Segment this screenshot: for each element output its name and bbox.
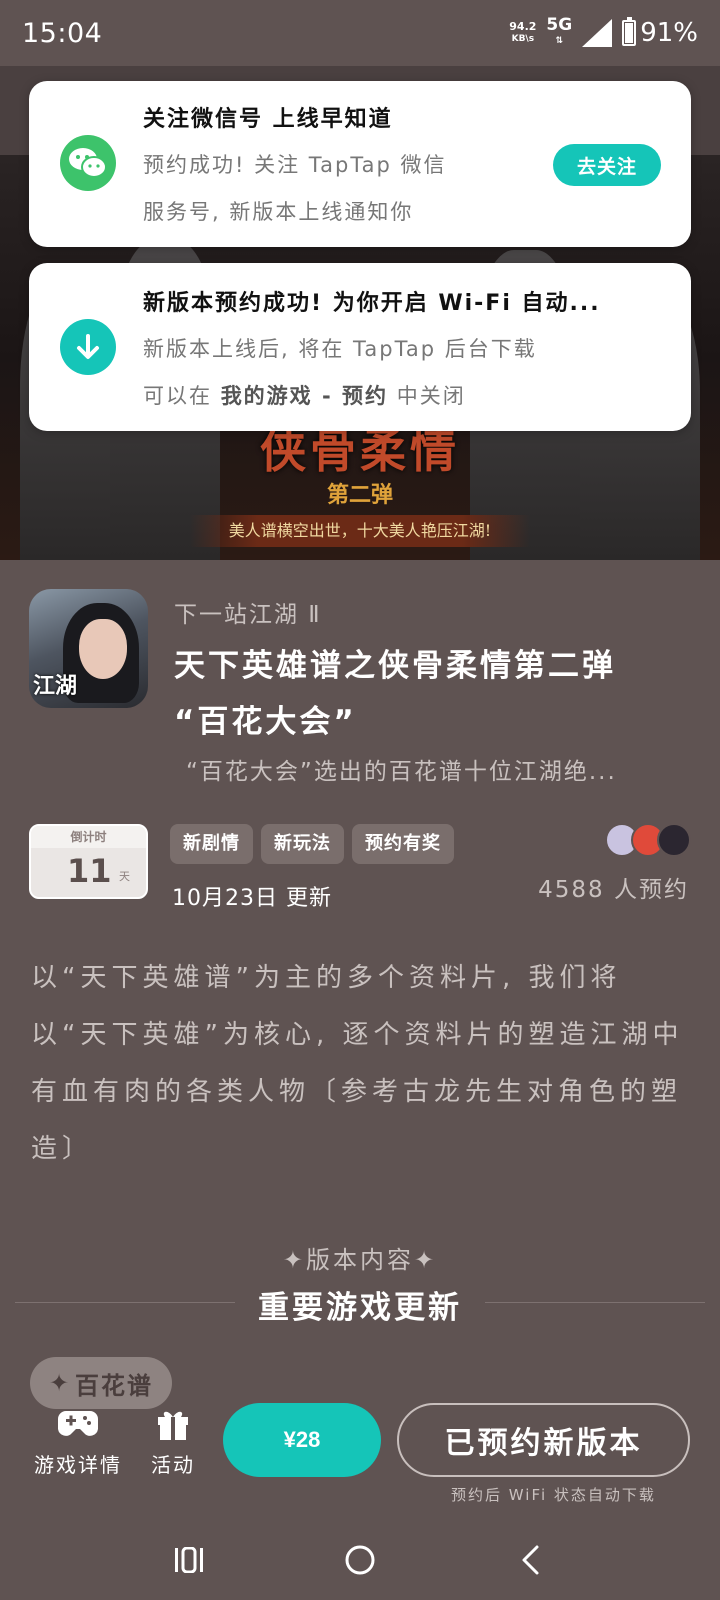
recent-apps-icon[interactable] — [164, 1538, 214, 1582]
wechat-icon — [60, 135, 116, 191]
section-heading-row: 重要游戏更新 — [15, 1282, 705, 1326]
update-description: “百花大会”选出的百花谱十位江湖绝... — [186, 759, 617, 785]
status-time: 15:04 — [22, 17, 103, 49]
update-tags: 新剧情 新玩法 预约有奖 — [170, 824, 454, 864]
notification-title: 新版本预约成功! 为你开启 Wi-Fi 自动... — [143, 291, 601, 316]
banner-tagline: 美人谱横空出世，十大美人艳压江湖! — [190, 515, 530, 547]
reserver-avatars — [605, 823, 691, 857]
reserved-new-version-button[interactable]: 已预约新版本 — [397, 1403, 690, 1477]
banner-subtitle: 第二弹 — [326, 482, 393, 508]
gamepad-icon — [30, 1405, 126, 1443]
update-title: 天下英雄谱之侠骨柔情第二弹 “百花大会” — [174, 648, 616, 740]
net-speed: 94.2 KB\s — [509, 20, 537, 45]
section-label: ✦版本内容✦ — [282, 1246, 438, 1274]
notification-text: 新版本上线后, 将在 TapTap 后台下载 — [143, 337, 537, 361]
home-icon[interactable] — [335, 1538, 385, 1582]
system-nav-bar — [0, 1520, 720, 1600]
tag: 预约有奖 — [352, 824, 454, 864]
game-name[interactable]: 下一站江湖 Ⅱ — [174, 595, 322, 629]
update-body-text: 以“天下英雄谱”为主的多个资料片, 我们将以“天下英雄”为核心, 逐个资料片的塑… — [31, 963, 684, 1164]
signal-icon — [582, 19, 613, 47]
wifi-download-notification[interactable]: 新版本预约成功! 为你开启 Wi-Fi 自动... 新版本上线后, 将在 Tap… — [29, 263, 691, 431]
countdown-value: 11 — [67, 852, 112, 890]
avatar — [657, 823, 691, 857]
game-app-icon[interactable]: 江湖 — [29, 589, 148, 708]
reserve-hint: 预约后 WiFi 状态自动下载 — [451, 1486, 656, 1504]
update-date: 10月23日 更新 — [172, 886, 332, 911]
notification-text: 可以在 我的游戏 - 预约 中关闭 — [143, 384, 466, 408]
network-type: 5G ⇅ — [546, 17, 572, 49]
download-icon — [60, 319, 116, 375]
battery-fill — [625, 22, 634, 43]
back-icon[interactable] — [505, 1538, 555, 1582]
reserve-count: 4588 人预约 — [538, 877, 689, 903]
wechat-follow-notification[interactable]: 关注微信号 上线早知道 预约成功! 关注 TapTap 微信 服务号, 新版本上… — [29, 81, 691, 247]
sparkle-icon: ✦ — [48, 1369, 72, 1397]
battery-icon — [622, 17, 637, 46]
baihua-chip[interactable]: ✦ 百花谱 — [30, 1357, 172, 1409]
game-logo-text: 江湖 — [33, 673, 78, 699]
notification-title: 关注微信号 上线早知道 — [143, 107, 393, 132]
notification-text: 预约成功! 关注 TapTap 微信 — [143, 153, 447, 177]
battery: 91% — [622, 17, 698, 48]
activity-button[interactable]: 活动 — [145, 1405, 201, 1478]
gift-icon — [145, 1405, 201, 1443]
data-arrows-icon: ⇅ — [555, 36, 564, 46]
buy-price-button[interactable]: ¥28 — [223, 1403, 381, 1477]
status-bar: 15:04 94.2 KB\s 5G ⇅ 91% — [0, 0, 720, 66]
tag: 新玩法 — [261, 824, 344, 864]
countdown-badge: 倒计时 11 天 — [29, 824, 148, 899]
game-detail-button[interactable]: 游戏详情 — [30, 1405, 126, 1478]
status-icons: 94.2 KB\s 5G ⇅ 91% — [509, 17, 698, 49]
follow-button[interactable]: 去关注 — [553, 144, 661, 186]
section-heading: 重要游戏更新 — [258, 1290, 462, 1326]
notification-text: 服务号, 新版本上线通知你 — [143, 200, 414, 224]
tag: 新剧情 — [170, 824, 253, 864]
